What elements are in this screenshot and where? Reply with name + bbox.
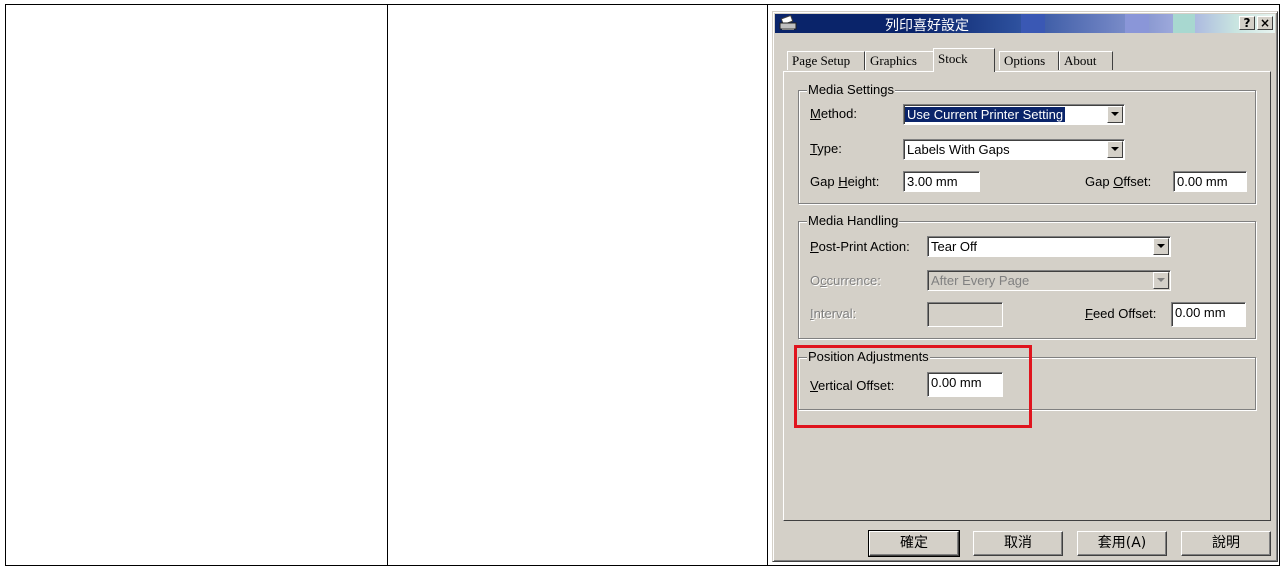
apply-button[interactable]: 套用(A) <box>1077 531 1167 556</box>
feed-offset-input[interactable]: 0.00 mm <box>1171 302 1246 327</box>
titlebar-artifact <box>1173 14 1195 33</box>
cancel-button[interactable]: 取消 <box>973 531 1063 556</box>
post-print-action-value: Tear Off <box>931 239 978 254</box>
chevron-down-icon[interactable] <box>1153 238 1169 255</box>
gap-height-input[interactable]: 3.00 mm <box>903 171 980 192</box>
tab-stock[interactable]: Stock <box>933 48 995 72</box>
media-settings-legend: Media Settings <box>807 82 895 97</box>
occurrence-label: Occurrence: <box>810 273 881 288</box>
help-title-button[interactable]: ? <box>1239 16 1255 30</box>
ok-button[interactable]: 確定 <box>868 530 960 557</box>
help-button[interactable]: 說明 <box>1181 531 1271 556</box>
close-icon[interactable]: × <box>1257 16 1273 30</box>
occurrence-value: After Every Page <box>931 273 1030 288</box>
titlebar-artifact <box>1125 14 1149 33</box>
table-column-divider <box>387 5 388 565</box>
media-handling-legend: Media Handling <box>807 213 900 228</box>
interval-label: Interval: <box>810 306 857 321</box>
type-label: Type: <box>810 141 842 156</box>
titlebar-artifact <box>1021 14 1045 33</box>
tab-page-setup[interactable]: Page Setup <box>787 51 865 70</box>
gap-offset-input[interactable]: 0.00 mm <box>1173 171 1247 192</box>
printer-icon <box>779 15 797 30</box>
post-print-action-dropdown[interactable]: Tear Off <box>927 236 1171 257</box>
method-value: Use Current Printer Setting <box>905 107 1066 122</box>
tab-graphics[interactable]: Graphics <box>865 51 935 70</box>
chevron-down-icon[interactable] <box>1107 106 1123 123</box>
tab-options[interactable]: Options <box>999 51 1059 70</box>
post-print-action-label: Post-Print Action: <box>810 239 910 254</box>
method-dropdown[interactable]: Use Current Printer Setting <box>903 104 1125 125</box>
feed-offset-label: Feed Offset: <box>1085 306 1157 321</box>
type-dropdown[interactable]: Labels With Gaps <box>903 139 1125 160</box>
chevron-down-icon[interactable] <box>1107 141 1123 158</box>
chevron-down-icon <box>1153 272 1169 289</box>
gap-offset-label: Gap Offset: <box>1085 174 1152 189</box>
tab-about[interactable]: About <box>1059 51 1113 70</box>
method-label: Method: <box>810 106 857 121</box>
dialog-title: 列印喜好設定 <box>885 18 969 33</box>
table-column-divider <box>767 5 768 565</box>
gap-height-label: Gap Height: <box>810 174 880 189</box>
type-value: Labels With Gaps <box>907 142 1010 157</box>
highlight-annotation-box <box>794 345 1032 428</box>
occurrence-dropdown: After Every Page <box>927 270 1171 291</box>
interval-input <box>927 302 1003 327</box>
title-bar[interactable]: 列印喜好設定 ? × <box>775 14 1275 33</box>
